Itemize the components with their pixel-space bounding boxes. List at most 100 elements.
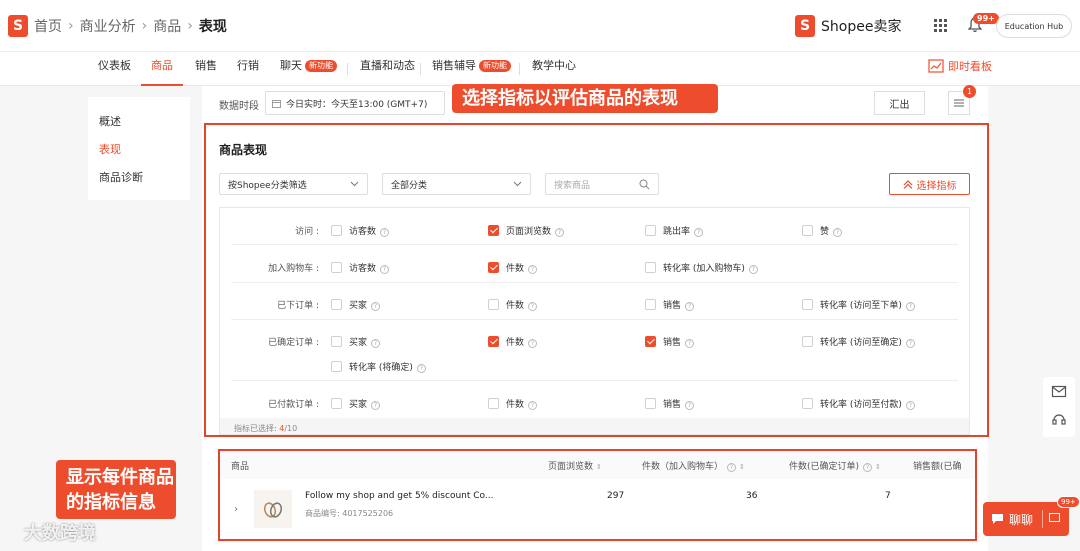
metric-option[interactable]: 件数? [506, 335, 538, 348]
metric-option[interactable]: 赞? [820, 224, 843, 237]
metric-option[interactable]: 转化率 (将确定)? [349, 360, 426, 373]
help-icon[interactable]: ? [905, 401, 915, 410]
nav-chat[interactable]: 聊天 新功能 [280, 52, 337, 86]
breadcrumb-home[interactable]: 首页 [34, 16, 62, 36]
category-filter-select[interactable]: 按Shopee分类筛选 [219, 173, 368, 195]
metric-checkbox[interactable] [331, 398, 342, 409]
help-icon[interactable]: ? [380, 265, 390, 274]
nav-sales[interactable]: 销售 [195, 52, 217, 86]
side-item-diagnosis[interactable]: 商品诊断 [99, 169, 143, 185]
period-selector[interactable]: 今日实时：今天至13:00 (GMT+7) [265, 91, 445, 115]
seller-brand[interactable]: S Shopee卖家 [795, 15, 901, 37]
chat-button[interactable]: 聊聊 [983, 502, 1069, 536]
help-icon[interactable]: ? [905, 302, 915, 311]
chat-bubble-icon [992, 514, 1003, 524]
metric-checkbox[interactable] [488, 299, 499, 310]
metric-option[interactable]: 买家? [349, 335, 381, 348]
help-icon[interactable]: ? [371, 302, 381, 311]
metric-option[interactable]: 转化率 (访问至下单)? [820, 298, 915, 311]
metric-checkbox[interactable] [488, 336, 499, 347]
metric-checkbox[interactable] [645, 225, 656, 236]
metric-option[interactable]: 销售? [663, 397, 695, 410]
help-icon[interactable]: ? [528, 401, 538, 410]
mail-icon[interactable] [1051, 383, 1067, 399]
metric-option[interactable]: 访客数? [349, 261, 390, 274]
metric-checkbox[interactable] [802, 299, 813, 310]
metric-option-label: 跳出率 [663, 227, 691, 237]
metric-option[interactable]: 跳出率? [663, 224, 704, 237]
period-value: 今日实时：今天至13:00 (GMT+7) [286, 99, 428, 110]
metric-checkbox[interactable] [645, 336, 656, 347]
metric-checkbox[interactable] [331, 262, 342, 273]
metric-option[interactable]: 件数? [506, 298, 538, 311]
help-icon[interactable]: ? [905, 339, 915, 348]
metric-option-label: 访客数 [349, 227, 377, 237]
metric-option[interactable]: 件数? [506, 261, 538, 274]
chat-window-icon[interactable] [1049, 513, 1060, 524]
help-icon[interactable]: ? [685, 339, 695, 348]
double-chevron-up-icon [903, 179, 912, 189]
search-input[interactable]: 搜索商品 [545, 173, 659, 195]
row-divider [231, 244, 958, 245]
help-icon[interactable]: ? [748, 265, 758, 274]
nav-live-feed[interactable]: 直播和动态 [360, 52, 415, 86]
education-hub-button[interactable]: Education Hub [996, 14, 1072, 38]
nav-dashboard[interactable]: 仪表板 [98, 52, 131, 86]
metric-option[interactable]: 转化率 (访问至付款)? [820, 397, 915, 410]
calendar-icon [272, 99, 281, 108]
metric-checkbox[interactable] [645, 398, 656, 409]
help-icon[interactable]: ? [528, 265, 538, 274]
breadcrumb-business-analysis[interactable]: 商业分析 [80, 16, 136, 36]
help-icon[interactable]: ? [380, 228, 390, 237]
metric-option[interactable]: 买家? [349, 397, 381, 410]
side-item-performance[interactable]: 表现 [99, 141, 121, 157]
metric-checkbox[interactable] [488, 262, 499, 273]
help-icon[interactable]: ? [833, 228, 843, 237]
metric-checkbox[interactable] [802, 398, 813, 409]
row-divider [231, 380, 958, 381]
select-metrics-button[interactable]: 选择指标 [889, 173, 970, 195]
new-feature-badge: 新功能 [479, 60, 511, 72]
all-category-select[interactable]: 全部分类 [382, 173, 531, 195]
metric-checkbox[interactable] [645, 262, 656, 273]
help-icon[interactable]: ? [694, 228, 704, 237]
help-icon[interactable]: ? [371, 401, 381, 410]
nav-marketing[interactable]: 行销 [237, 52, 259, 86]
apps-grid-icon[interactable] [934, 19, 947, 32]
metric-checkbox[interactable] [802, 225, 813, 236]
metric-checkbox[interactable] [645, 299, 656, 310]
nav-products[interactable]: 商品 [141, 52, 183, 86]
metric-checkbox[interactable] [331, 299, 342, 310]
metric-option[interactable]: 买家? [349, 298, 381, 311]
section-title: 商品表现 [219, 143, 268, 157]
help-icon[interactable]: ? [371, 339, 381, 348]
nav-sales-coaching[interactable]: 销售辅导 新功能 [432, 52, 511, 86]
metric-checkbox[interactable] [802, 336, 813, 347]
breadcrumb-products[interactable]: 商品 [153, 16, 181, 36]
metric-option[interactable]: 转化率 (访问至确定)? [820, 335, 915, 348]
metric-checkbox[interactable] [331, 225, 342, 236]
headset-icon[interactable] [1051, 411, 1067, 427]
metric-checkbox[interactable] [488, 398, 499, 409]
metric-checkbox[interactable] [488, 225, 499, 236]
metric-checkbox[interactable] [331, 361, 342, 372]
metric-checkbox[interactable] [331, 336, 342, 347]
live-board-link[interactable]: 即时看板 [928, 58, 992, 74]
help-icon[interactable]: ? [528, 339, 538, 348]
shopee-logo-icon[interactable]: S [8, 15, 28, 37]
help-icon[interactable]: ? [685, 302, 695, 311]
metric-option[interactable]: 销售? [663, 335, 695, 348]
help-icon[interactable]: ? [685, 401, 695, 410]
side-item-overview[interactable]: 概述 [99, 113, 121, 129]
metric-option[interactable]: 销售? [663, 298, 695, 311]
metric-option-label: 访客数 [349, 264, 377, 274]
metric-option[interactable]: 访客数? [349, 224, 390, 237]
metric-option[interactable]: 转化率 (加入购物车)? [663, 261, 758, 274]
metric-option[interactable]: 页面浏览数? [506, 224, 565, 237]
help-icon[interactable]: ? [528, 302, 538, 311]
help-icon[interactable]: ? [416, 364, 426, 373]
export-button[interactable]: 汇出 [874, 91, 925, 115]
nav-education[interactable]: 教学中心 [532, 52, 576, 86]
help-icon[interactable]: ? [555, 228, 565, 237]
metric-option[interactable]: 件数? [506, 397, 538, 410]
